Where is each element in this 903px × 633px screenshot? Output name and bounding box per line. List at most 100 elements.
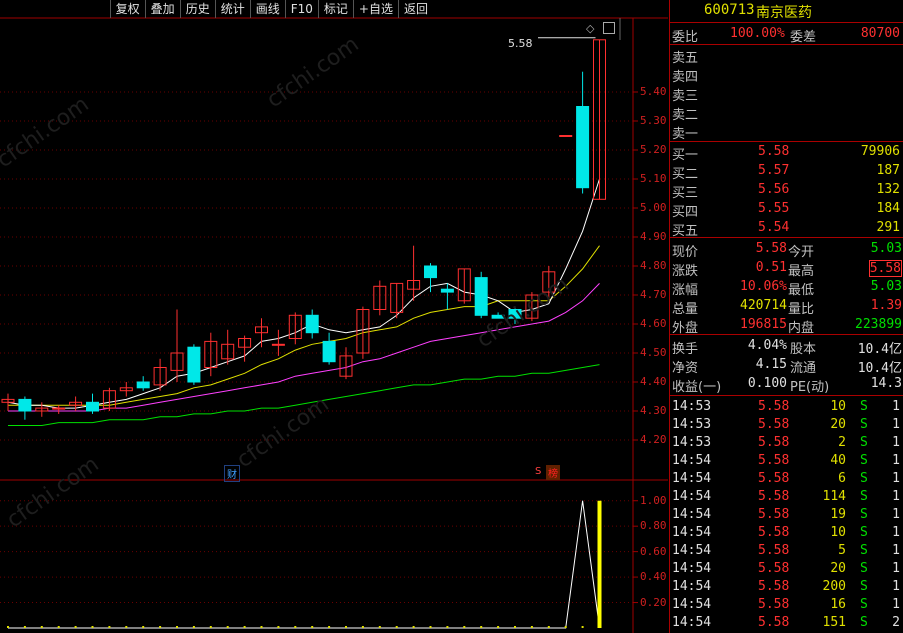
price-tick-label: 4.70 — [640, 288, 667, 301]
signal-s-marker[interactable]: S — [533, 466, 543, 477]
toolbar-f10-button[interactable]: F10 — [284, 0, 318, 18]
tick-time: 14:54 — [672, 489, 712, 504]
volume-bar — [597, 500, 602, 628]
tick-time: 14:54 — [672, 561, 712, 576]
tick-side: S — [860, 399, 868, 414]
buy-level-price: 5.56 — [758, 182, 790, 197]
volume-dot — [57, 626, 60, 628]
volume-dot — [108, 626, 111, 628]
sell-level-label: 卖四 — [672, 70, 699, 85]
tick-volume: 40 — [830, 453, 846, 468]
toolbar-back-button[interactable]: 返回 — [397, 0, 433, 18]
fundamental-value: 14.3 — [870, 376, 902, 391]
tick-time: 14:53 — [672, 435, 712, 450]
quote-value: 1.39 — [870, 298, 902, 313]
fundamental-row: 收益(一) 0.100 PE(动) 14.3 — [670, 375, 903, 395]
volume-dot — [463, 626, 466, 628]
financial-report-marker[interactable]: 财 — [224, 465, 240, 482]
volume-dot — [209, 626, 212, 628]
chart-canvas[interactable] — [0, 0, 668, 633]
fundamental-label: 收益(一) — [672, 380, 722, 395]
sell-level-row: 卖五 — [670, 46, 903, 66]
volume-dot — [547, 626, 550, 628]
tick-price: 5.58 — [758, 525, 790, 540]
fundamental-label: 换手 — [672, 342, 699, 357]
tick-price: 5.58 — [758, 615, 790, 630]
price-tick-label: 4.80 — [640, 259, 667, 272]
tick-volume: 2 — [838, 435, 846, 450]
buy-level-qty: 184 — [876, 201, 900, 216]
toolbar-adjust-button[interactable]: 复权 — [109, 0, 145, 18]
buy-level-row: 买四 5.55 184 — [670, 200, 903, 220]
candle-body — [559, 135, 573, 137]
buy-level-label: 买五 — [672, 224, 699, 239]
tick-price: 5.58 — [758, 561, 790, 576]
volume-dot — [176, 626, 178, 628]
toolbar-overlay-button[interactable]: 叠加 — [144, 0, 180, 18]
price-tick-label: 4.30 — [640, 404, 667, 417]
tick-side: S — [860, 543, 868, 558]
volume-dot — [514, 626, 516, 628]
tick-count: 1 — [892, 543, 900, 558]
tick-time: 14:54 — [672, 597, 712, 612]
volume-dot — [7, 626, 9, 628]
stock-title[interactable]: 600713 南京医药 — [670, 0, 903, 23]
toolbar-mark-button[interactable]: 标记 — [317, 0, 353, 18]
tick-row: 14:53 5.58 20 S 1 — [670, 416, 903, 434]
tick-time: 14:54 — [672, 453, 712, 468]
buy-level-row: 买一 5.58 79906 — [670, 143, 903, 163]
window-toggle-icon[interactable] — [603, 22, 615, 34]
volume-dot — [345, 626, 347, 628]
tick-row: 14:54 5.58 16 S 1 — [670, 596, 903, 614]
fundamental-row: 净资 4.15 流通 10.4亿 — [670, 356, 903, 376]
fundamental-label: 流通 — [790, 361, 817, 376]
quote-value: 5.03 — [870, 279, 902, 294]
quote-value: 10.06% — [740, 279, 787, 294]
volume-dot — [159, 626, 162, 628]
tick-count: 1 — [892, 579, 900, 594]
buy-level-label: 买二 — [672, 167, 699, 182]
volume-dot — [192, 626, 195, 628]
volume-dot — [480, 626, 483, 628]
buy-level-row: 买五 5.54 291 — [670, 219, 903, 239]
toolbar-history-button[interactable]: 历史 — [179, 0, 215, 18]
toolbar-stats-button[interactable]: 统计 — [214, 0, 250, 18]
price-tick-label: 4.20 — [640, 433, 667, 446]
ranking-list-marker[interactable]: 榜 — [546, 465, 560, 480]
volume-dot — [260, 626, 263, 628]
quote-label: 内盘 — [788, 321, 815, 336]
tick-side: S — [860, 453, 868, 468]
buy-level-qty: 291 — [876, 220, 900, 235]
tick-row: 14:54 5.58 5 S 1 — [670, 542, 903, 560]
tick-volume: 20 — [830, 417, 846, 432]
diamond-icon[interactable]: ◇ — [586, 22, 594, 35]
order-diff-label: 委差 — [790, 30, 817, 45]
chart-toolbar: 复权 叠加 历史 统计 画线 F10 标记 +自选 返回 — [109, 0, 433, 18]
volume-dot — [243, 626, 246, 628]
buy-level-price: 5.54 — [758, 220, 790, 235]
order-ratio-label: 委比 — [672, 30, 699, 45]
tick-count: 1 — [892, 399, 900, 414]
quote-value: 5.03 — [870, 241, 902, 256]
quote-value: 196815 — [740, 317, 787, 332]
tick-volume: 20 — [830, 561, 846, 576]
volume-tick-label: 0.40 — [640, 570, 667, 584]
volume-dot — [23, 626, 26, 628]
toolbar-add-watchlist-button[interactable]: +自选 — [352, 0, 398, 18]
buy-level-price: 5.55 — [758, 201, 790, 216]
tick-time: 14:54 — [672, 507, 712, 522]
toolbar-draw-button[interactable]: 画线 — [249, 0, 285, 18]
stock-code: 600713 — [704, 2, 755, 18]
tick-row: 14:54 5.58 40 S 1 — [670, 452, 903, 470]
candle-body — [440, 288, 454, 293]
quote-value: 5.58 — [755, 241, 787, 256]
quote-value: 5.58 — [868, 260, 902, 277]
tick-price: 5.58 — [758, 489, 790, 504]
tick-count: 1 — [892, 597, 900, 612]
fundamental-value: 0.100 — [747, 376, 787, 391]
quote-label: 最高 — [788, 264, 815, 279]
kline-chart[interactable]: 复权 叠加 历史 统计 画线 F10 标记 +自选 返回 ◇ 5.58 5.40… — [0, 0, 668, 633]
price-tick-label: 4.50 — [640, 346, 667, 359]
tick-count: 1 — [892, 561, 900, 576]
volume-dot — [74, 626, 77, 628]
